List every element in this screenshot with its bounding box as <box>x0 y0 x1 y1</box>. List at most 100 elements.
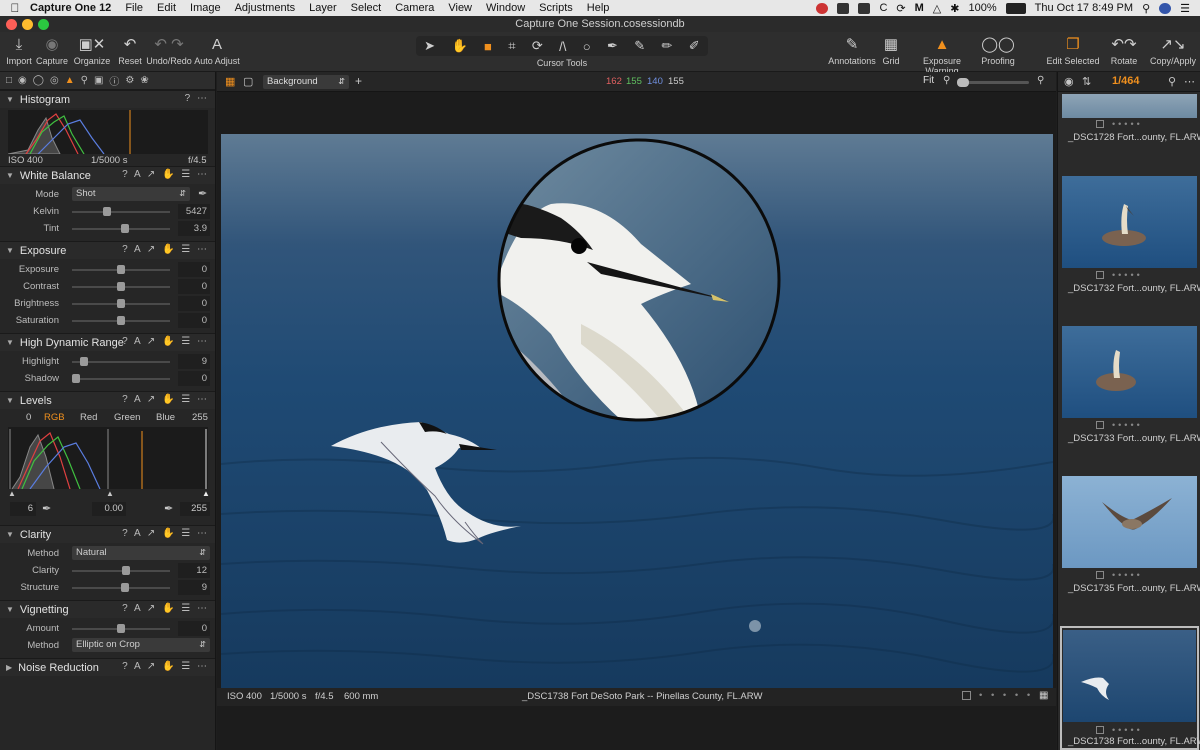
vignetting-tool-header[interactable]: ▼ Vignetting ? A ↗ ✋ ☰ ⋯ <box>0 600 215 618</box>
tint-slider-knob[interactable] <box>121 224 129 233</box>
menu-file[interactable]: File <box>125 2 143 14</box>
add-layer-icon[interactable]: + <box>355 74 362 88</box>
menu-layer[interactable]: Layer <box>309 2 337 14</box>
minimize-window-button[interactable] <box>22 19 33 30</box>
tool-header-icons[interactable]: ? A ↗ ✋ ☰ ⋯ <box>122 603 209 614</box>
contrast-slider-knob[interactable] <box>117 282 125 291</box>
clarity-slider-track[interactable] <box>72 570 170 572</box>
user-icon[interactable] <box>1159 2 1172 14</box>
main-photo[interactable] <box>221 134 1053 688</box>
structure-value[interactable]: 9 <box>178 580 210 595</box>
levels-output-low[interactable]: 6 <box>10 502 36 516</box>
thumbnail-rating[interactable]: ••••• <box>1112 270 1143 280</box>
batch-tab-icon[interactable]: ❀ <box>140 75 148 86</box>
brush-cursor-icon[interactable]: ✎ <box>634 38 645 54</box>
c-icon[interactable]: C <box>879 2 887 14</box>
zoom-in-icon[interactable]: ⚲ <box>1037 75 1044 86</box>
tint-value[interactable]: 3.9 <box>178 221 210 236</box>
histogram-tool-header[interactable]: ▼ Histogram ? ⋯ <box>0 90 215 108</box>
thumbnail-checkbox[interactable] <box>1096 120 1104 128</box>
capture-button[interactable]: ◉ Capture <box>35 34 69 66</box>
thumbnail-checkbox[interactable] <box>1096 726 1104 734</box>
expand-triangle-icon[interactable]: ▶ <box>6 663 12 672</box>
rating-checkbox[interactable] <box>962 691 971 700</box>
tool-header-icons[interactable]: ? A ↗ ✋ ☰ ⋯ <box>122 661 209 672</box>
contrast-value[interactable]: 0 <box>178 279 210 294</box>
levels-channel-green[interactable]: Green <box>114 412 140 423</box>
spot-cursor-icon[interactable]: ○ <box>583 39 591 54</box>
exposure-slider-knob[interactable] <box>117 265 125 274</box>
collapse-triangle-icon[interactable]: ▼ <box>6 95 14 104</box>
clarity-slider-knob[interactable] <box>122 566 130 575</box>
grid-button[interactable]: ▦ Grid <box>878 34 904 66</box>
picker-cursor-icon[interactable]: ✒ <box>607 38 618 54</box>
tool-header-icons[interactable]: ? A ↗ ✋ ☰ ⋯ <box>122 394 209 405</box>
close-window-button[interactable] <box>6 19 17 30</box>
viewer-grid-icon[interactable]: ▦ <box>225 75 235 88</box>
noise-reduction-tool-header[interactable]: ▶ Noise Reduction ? A ↗ ✋ ☰ ⋯ <box>0 658 215 676</box>
tool-header-icons[interactable]: ? ⋯ <box>185 93 209 104</box>
crop-cursor-icon[interactable]: ⌗ <box>508 38 515 54</box>
menu-scripts[interactable]: Scripts <box>539 2 573 14</box>
search-icon[interactable]: ⚲ <box>1168 75 1176 88</box>
m-icon[interactable]: M <box>915 2 924 14</box>
collapse-triangle-icon[interactable]: ▼ <box>6 338 14 347</box>
thumbnail-rating[interactable]: ••••• <box>1112 725 1143 735</box>
collapse-triangle-icon[interactable]: ▼ <box>6 605 14 614</box>
output-tab-icon[interactable]: ⚙ <box>125 75 134 86</box>
highlight-slider-knob[interactable] <box>80 357 88 366</box>
select-cursor-icon[interactable]: ➤ <box>424 38 435 54</box>
menu-window[interactable]: Window <box>486 2 525 14</box>
battery-icon[interactable] <box>1005 2 1026 14</box>
film-icon[interactable] <box>837 2 850 14</box>
rotate-button[interactable]: ↶↷ Rotate <box>1108 34 1140 66</box>
collapse-triangle-icon[interactable]: ▼ <box>6 246 14 255</box>
edit-selected-button[interactable]: ❐ Edit Selected <box>1046 34 1100 66</box>
thumbnail-item[interactable]: ••••• _DSC1733 Fort...ounty, FL.ARW <box>1060 326 1200 446</box>
collapse-triangle-icon[interactable]: ▼ <box>6 171 14 180</box>
highlight-value[interactable]: 9 <box>178 354 210 369</box>
color-tag-icon[interactable]: ▦ <box>1039 690 1048 701</box>
hdr-tool-header[interactable]: ▼ High Dynamic Range ? A ↗ ✋ ☰ ⋯ <box>0 333 215 351</box>
zoom-slider-knob[interactable] <box>957 78 969 87</box>
battery-percent[interactable]: 100% <box>968 2 996 14</box>
library-tab-icon[interactable]: □ <box>6 75 12 86</box>
kelvin-slider-track[interactable] <box>72 211 170 213</box>
menu-adjustments[interactable]: Adjustments <box>235 2 296 14</box>
clarity-value[interactable]: 12 <box>178 563 210 578</box>
menu-image[interactable]: Image <box>190 2 221 14</box>
levels-channel-red[interactable]: Red <box>80 412 97 423</box>
capture-tab-icon[interactable]: ◉ <box>18 75 27 86</box>
tool-header-icons[interactable]: ? A ↗ ✋ ☰ ⋯ <box>122 169 209 180</box>
zoom-fit-label[interactable]: Fit <box>923 75 934 86</box>
copy-apply-button[interactable]: ↗↘ Copy/Apply <box>1148 34 1198 66</box>
apple-icon[interactable]:  <box>0 1 30 15</box>
brightness-value[interactable]: 0 <box>178 296 210 311</box>
levels-tool-header[interactable]: ▼ Levels ? A ↗ ✋ ☰ ⋯ <box>0 391 215 409</box>
thumbnail-checkbox[interactable] <box>1096 421 1104 429</box>
wifi-icon[interactable]: △ <box>933 2 941 15</box>
pan-cursor-icon[interactable]: ✋ <box>451 38 467 54</box>
color-tab-icon[interactable]: ◎ <box>50 75 59 86</box>
zoom-window-button[interactable] <box>38 19 49 30</box>
shadow-slider-knob[interactable] <box>72 374 80 383</box>
levels-mid-value[interactable]: 0.00 <box>92 502 126 516</box>
eye-icon[interactable]: ◉ <box>1064 75 1074 88</box>
eyedropper-icon[interactable]: ✒ <box>164 502 173 515</box>
kelvin-value[interactable]: 5427 <box>178 204 210 219</box>
rotate-cursor-icon[interactable]: ⟳ <box>532 38 543 54</box>
thumbnail-rating[interactable]: ••••• <box>1112 420 1143 430</box>
rating-stars[interactable]: • • • • • <box>979 690 1033 701</box>
levels-low-handle[interactable]: ▲ <box>8 489 16 498</box>
annotate-cursor-icon[interactable]: ✐ <box>689 38 700 54</box>
gradient-cursor-icon[interactable]: ✏ <box>662 38 673 54</box>
organize-button[interactable]: ▣✕ Organize <box>72 34 112 66</box>
white-balance-tool-header[interactable]: ▼ White Balance ? A ↗ ✋ ☰ ⋯ <box>0 166 215 184</box>
search-icon[interactable]: ⚲ <box>1142 2 1150 15</box>
undo-redo-button[interactable]: ↶ ↷ Undo/Redo <box>146 34 192 66</box>
reset-button[interactable]: ↶ Reset <box>116 34 144 66</box>
structure-slider-knob[interactable] <box>121 583 129 592</box>
annotations-button[interactable]: ✎ Annotations <box>826 34 878 66</box>
saturation-slider-knob[interactable] <box>117 316 125 325</box>
thumbnail-item[interactable]: ••••• _DSC1732 Fort...ounty, FL.ARW <box>1060 176 1200 296</box>
